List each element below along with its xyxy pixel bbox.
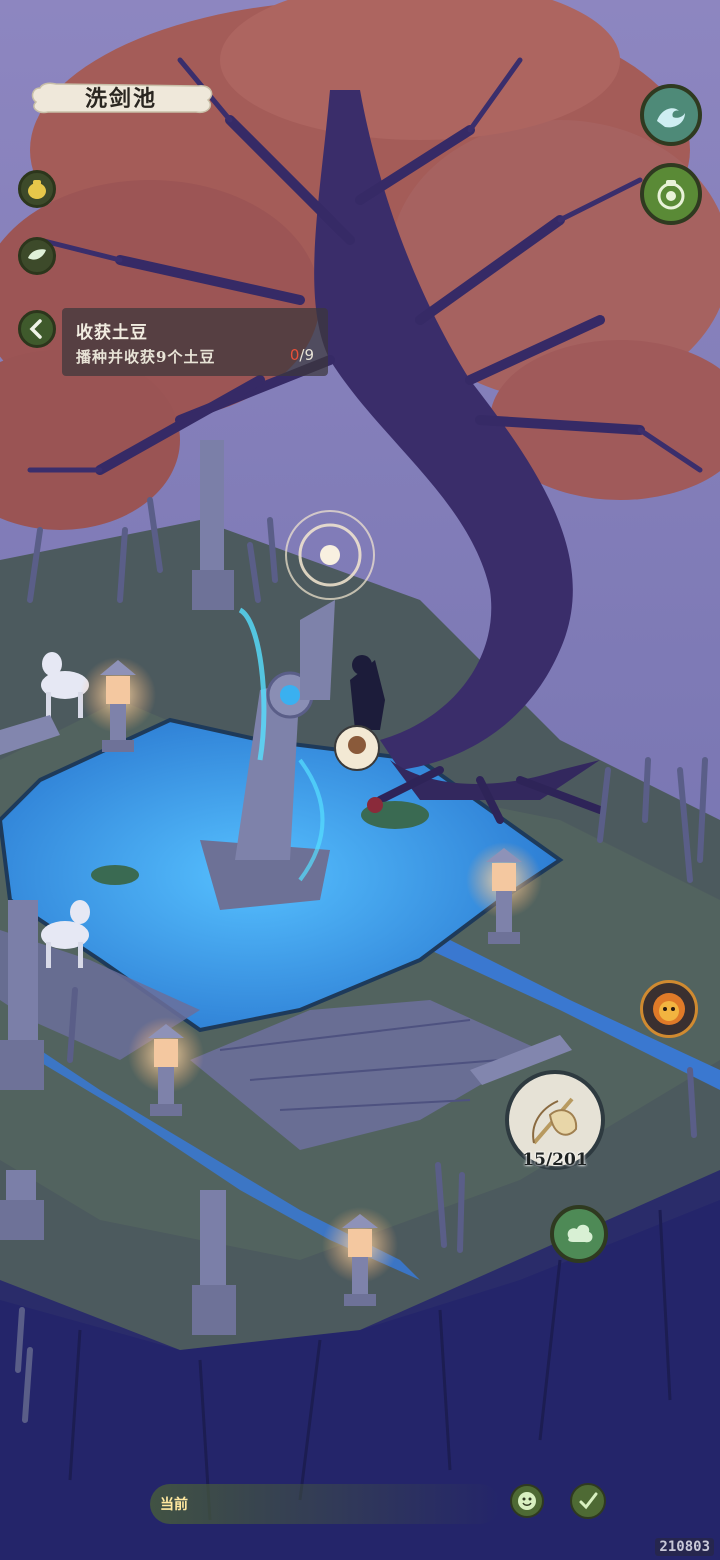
bow-net-tool-icon: [532, 1097, 578, 1145]
build-version: 210803: [655, 1538, 714, 1556]
quest-title: 收获土豆: [76, 323, 148, 343]
target-ring-marker[interactable]: [285, 510, 375, 600]
chat-channel-label: 当前: [160, 1497, 188, 1513]
gourd-pot-button[interactable]: [18, 170, 56, 208]
lion-mask-button[interactable]: [640, 980, 698, 1038]
gourd-pot-icon: [28, 180, 46, 199]
leaf-icon: [28, 249, 46, 260]
quest-progress: 0/9: [290, 346, 314, 364]
brush-chat-icon: [579, 1492, 598, 1510]
interaction-bubble[interactable]: [334, 725, 380, 771]
lion-mask-icon: [653, 993, 685, 1025]
quest-panel[interactable]: 收获土豆 播种并收获9个土豆 0/9: [62, 308, 328, 376]
quest-description: 播种并收获9个土豆: [76, 348, 216, 366]
wave-button[interactable]: [640, 84, 702, 146]
tool-durability-count: 15/201: [522, 1150, 588, 1170]
smiley-icon: [518, 1492, 536, 1510]
quest-progress-current: 0: [289, 346, 300, 364]
back-arrow-icon: [29, 319, 42, 339]
quest-progress-total: /9: [299, 346, 314, 364]
location-name: 洗剑池: [84, 86, 157, 112]
game-scene[interactable]: [0, 0, 720, 1560]
emoji-button[interactable]: [510, 1484, 544, 1518]
cloud-swirl-button[interactable]: [550, 1205, 608, 1263]
cloud-swirl-icon: [567, 1224, 593, 1243]
jar-button[interactable]: [640, 163, 702, 225]
wave-icon: [657, 108, 685, 128]
leaf-button[interactable]: [18, 237, 56, 275]
chat-send-button[interactable]: [570, 1483, 606, 1519]
jar-icon: [657, 180, 685, 210]
chat-bar[interactable]: 当前: [150, 1484, 500, 1524]
back-button[interactable]: [18, 310, 56, 348]
location-banner: 洗剑池: [26, 74, 216, 120]
lily-pad: [91, 865, 139, 885]
